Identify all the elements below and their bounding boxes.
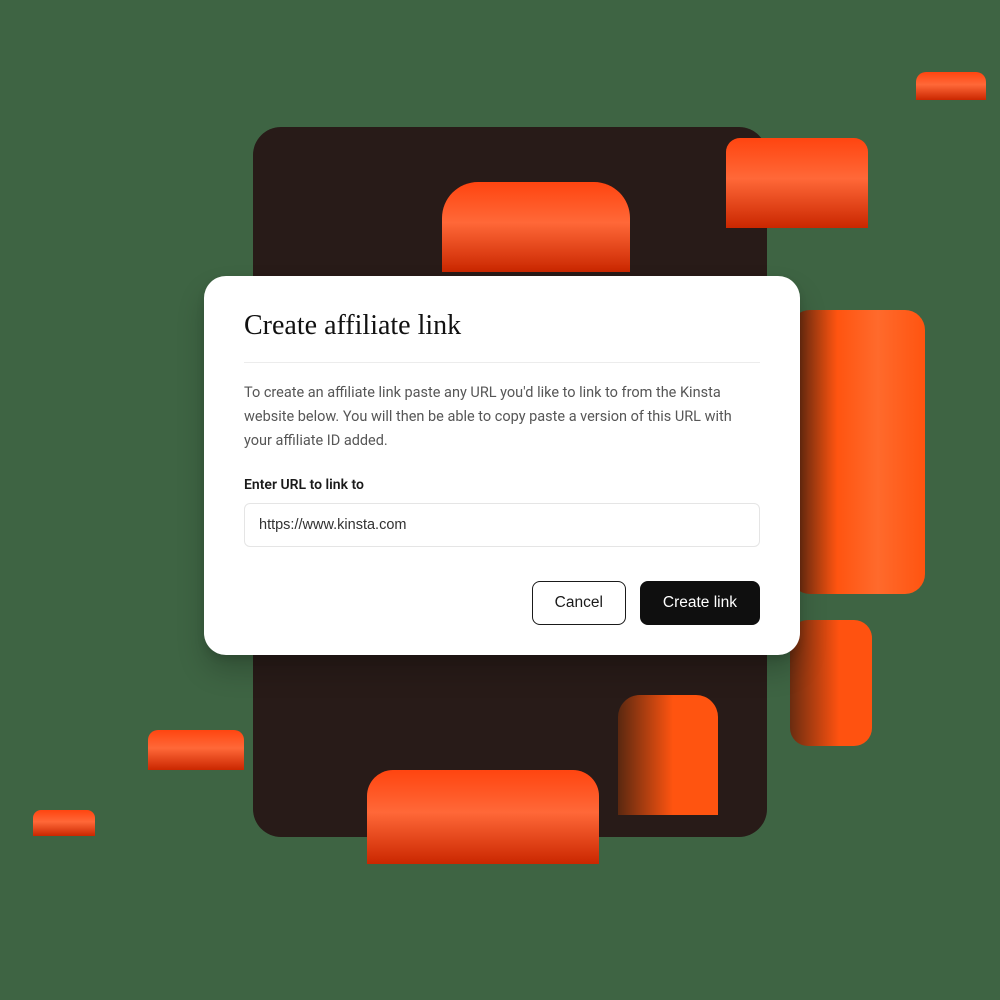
decor-blob bbox=[790, 620, 872, 746]
url-field-label: Enter URL to link to bbox=[244, 477, 760, 493]
modal-title: Create affiliate link bbox=[244, 310, 760, 362]
decor-blob bbox=[916, 72, 986, 100]
decor-blob bbox=[33, 810, 95, 836]
decor-blob bbox=[148, 730, 244, 770]
decor-blob bbox=[618, 695, 718, 815]
decor-blob bbox=[442, 182, 630, 272]
modal-description: To create an affiliate link paste any UR… bbox=[244, 381, 760, 453]
cancel-button[interactable]: Cancel bbox=[532, 581, 626, 625]
modal-actions: Cancel Create link bbox=[244, 581, 760, 625]
create-link-button[interactable]: Create link bbox=[640, 581, 760, 625]
decor-blob bbox=[726, 138, 868, 228]
url-input[interactable] bbox=[244, 503, 760, 547]
decor-blob bbox=[790, 310, 925, 594]
decor-blob bbox=[367, 770, 599, 864]
create-affiliate-link-modal: Create affiliate link To create an affil… bbox=[204, 276, 800, 655]
divider bbox=[244, 362, 760, 363]
